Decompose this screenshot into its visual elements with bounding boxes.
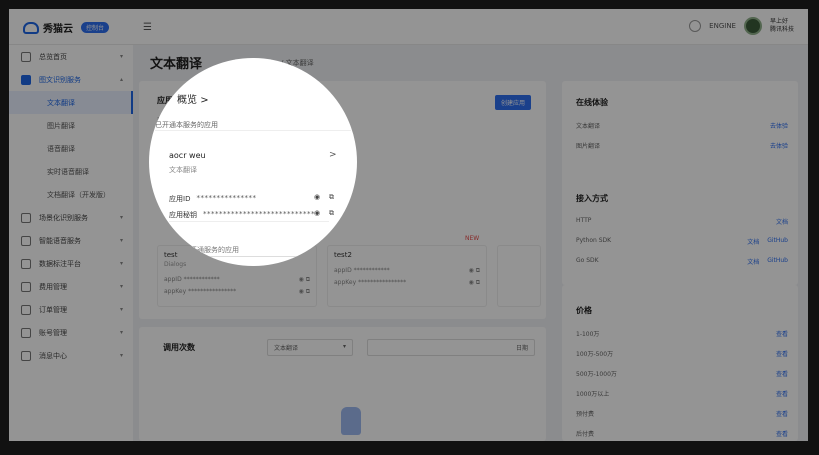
eye-icon[interactable]: ◉ (314, 209, 320, 217)
lens-footer: 未开通服务的应用 (183, 246, 239, 254)
app-id-row: 应用ID *************** (169, 194, 256, 204)
divider (169, 221, 329, 222)
divider (161, 256, 341, 257)
app-key-row: 应用秘钥 **************************** (169, 210, 315, 220)
dim-overlay (9, 9, 808, 441)
lens-title-text: 概览 (177, 95, 197, 106)
copy-icon[interactable]: ⧉ (329, 209, 334, 218)
eye-icon[interactable]: ◉ (314, 193, 320, 201)
chevron-right-icon: > (200, 95, 209, 106)
app-id-label: 应用ID (169, 195, 191, 203)
app-name: aocr weu (169, 151, 206, 160)
magnifier-lens: 概览 > 已开通本服务的应用 aocr weu 文本翻译 > 应用ID *****… (149, 58, 357, 266)
copy-icon[interactable]: ⧉ (329, 193, 334, 202)
chevron-right-icon[interactable]: > (329, 150, 337, 160)
app-key-label: 应用秘钥 (169, 211, 197, 219)
app-id-value: *************** (196, 194, 257, 202)
app-type: 文本翻译 (169, 166, 197, 174)
app-window: 秀猫云 控制台 ☰ ENGINE 早上好 腾讯科技 总览首页 ▾ 图文识别服务 ▴ … (9, 9, 808, 441)
lens-desc: 已开通本服务的应用 (155, 121, 218, 129)
lens-title: 概览 > (177, 91, 209, 106)
divider (155, 130, 351, 131)
app-key-value: **************************** (203, 210, 315, 218)
